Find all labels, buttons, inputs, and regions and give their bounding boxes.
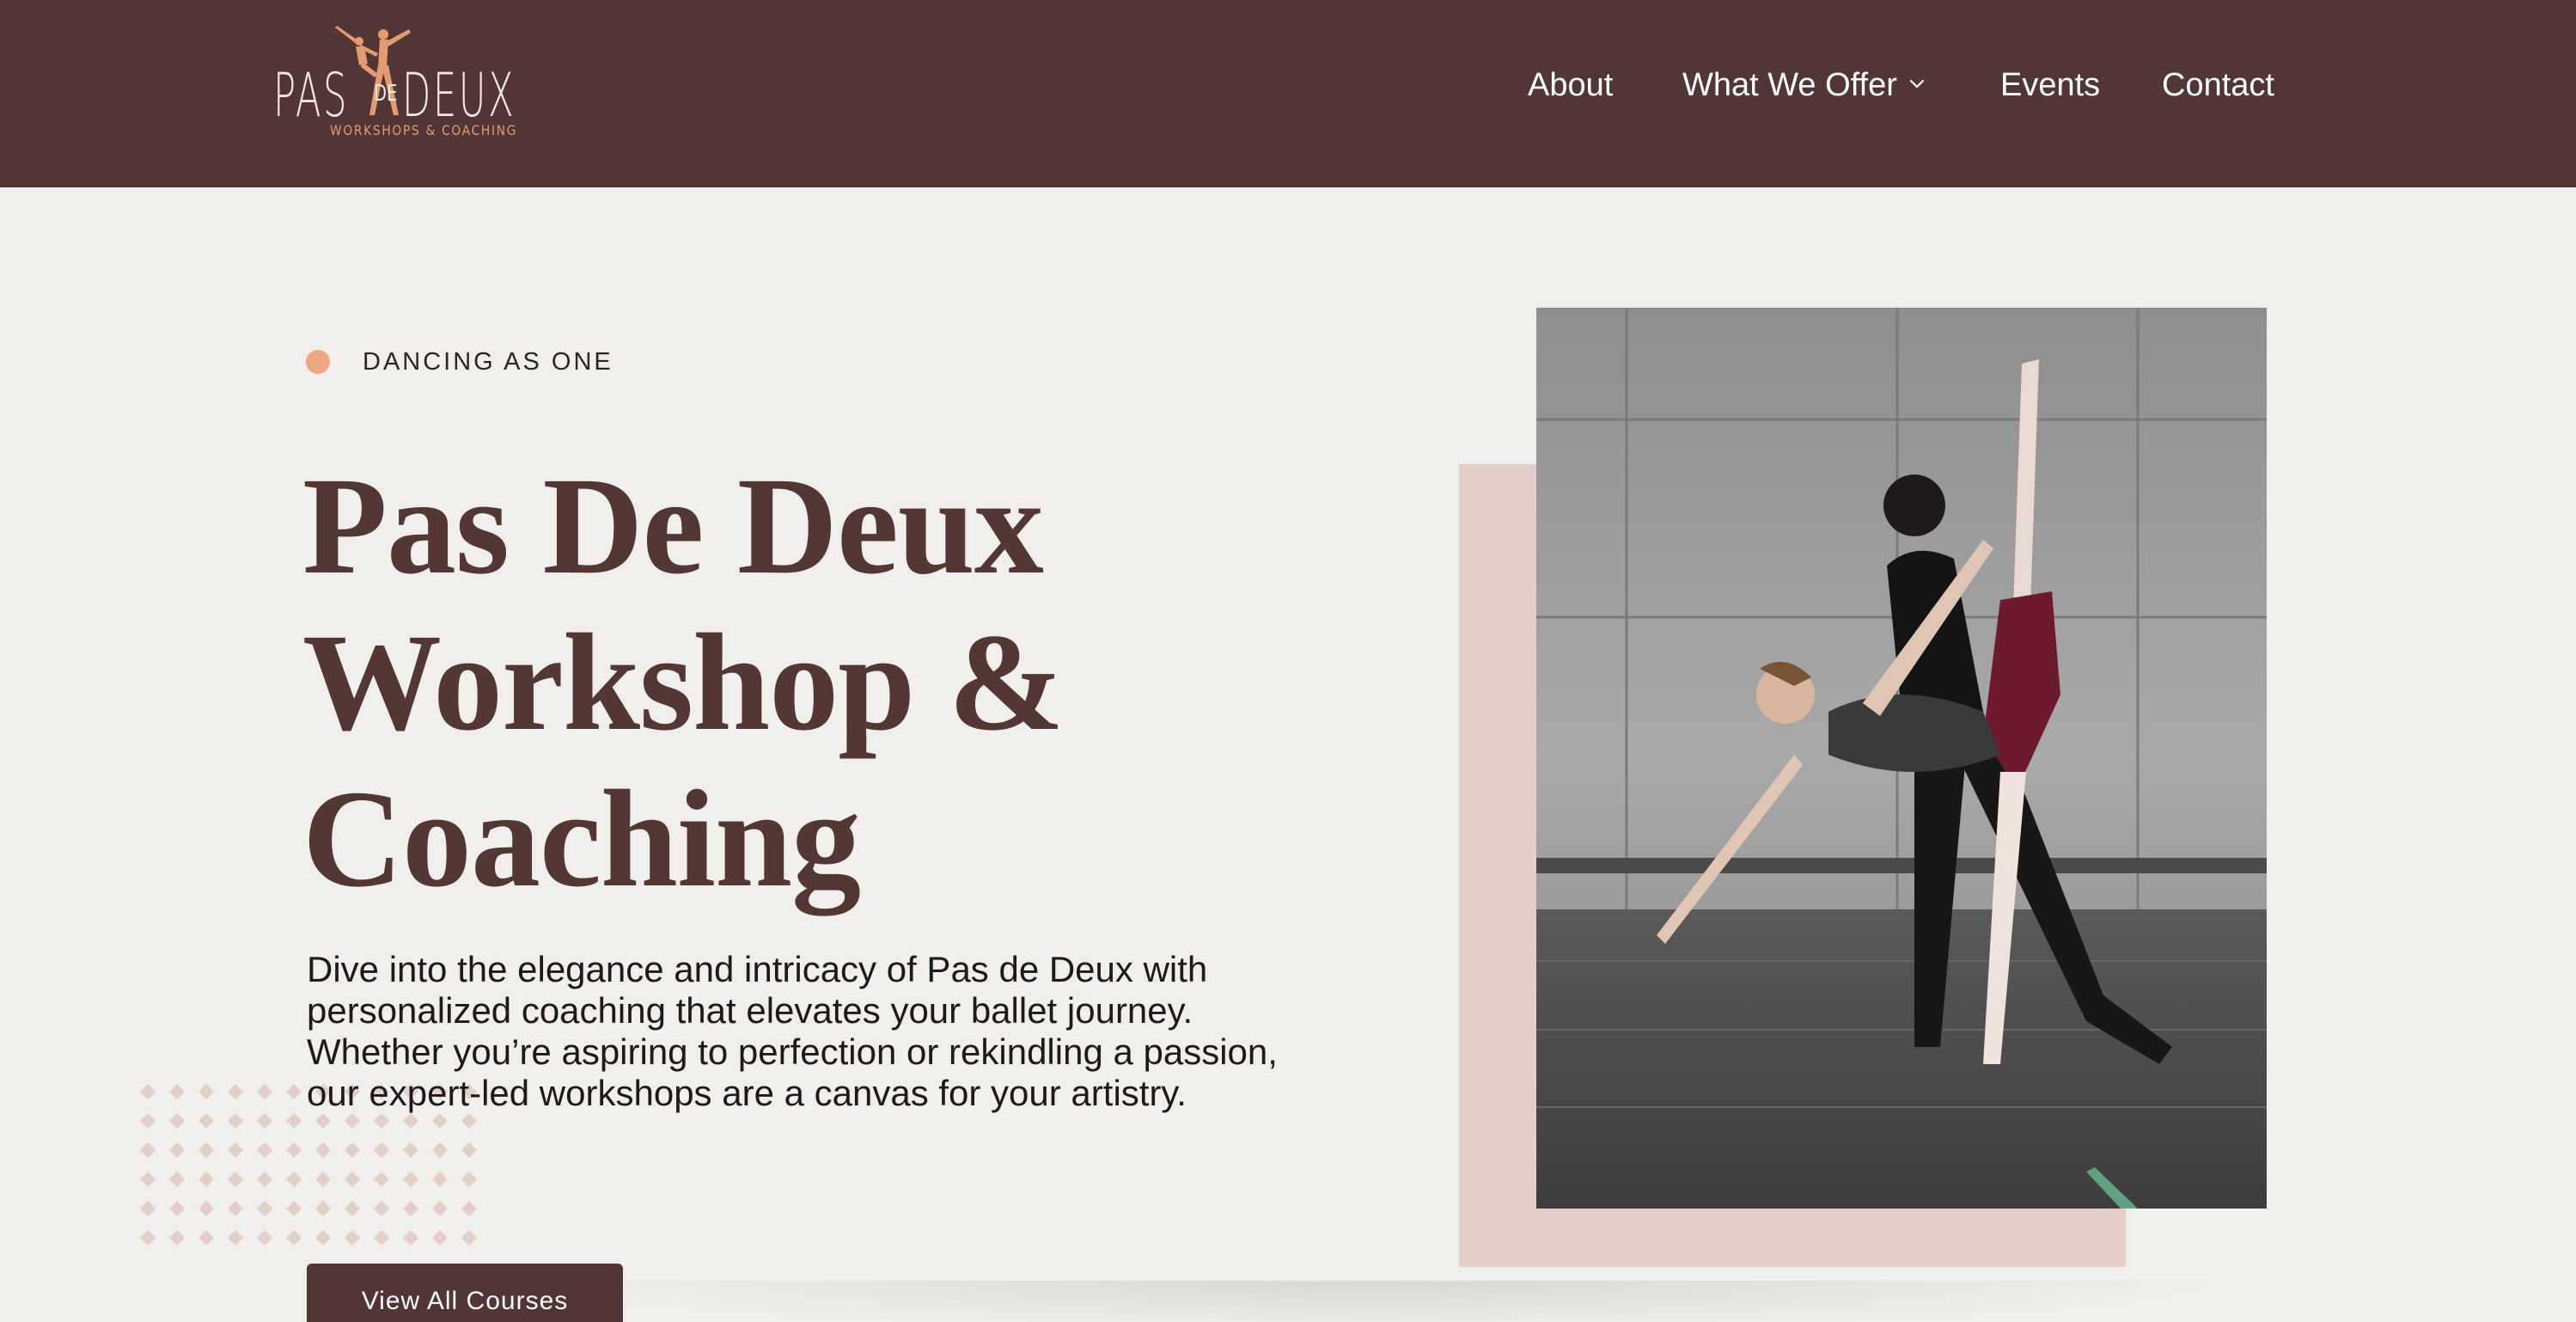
hero-title: Pas De Deux Workshop & Coaching <box>302 449 1419 918</box>
hero-description: Dive into the elegance and intricacy of … <box>307 949 1278 1113</box>
nav-link-what-we-offer-label: What We Offer <box>1682 67 1897 103</box>
decorative-dot <box>432 1113 448 1129</box>
decorative-dot <box>461 1142 477 1158</box>
decorative-dot <box>228 1201 243 1216</box>
logo-text-de: DE <box>374 81 398 107</box>
decorative-dot <box>461 1230 477 1245</box>
hero-title-line-1: Pas De Deux <box>302 450 1044 603</box>
decorative-dot <box>286 1172 302 1187</box>
site-header: PAS DE DEUX WORKSHOPS & COACHING About W… <box>0 0 2576 187</box>
decorative-dot <box>198 1113 214 1129</box>
site-logo[interactable]: PAS DE DEUX WORKSHOPS & COACHING <box>273 22 518 143</box>
decorative-dot <box>403 1230 418 1245</box>
logo-text-pas: PAS <box>273 60 350 131</box>
decorative-dot <box>169 1230 185 1245</box>
decorative-dot <box>257 1172 272 1187</box>
decorative-dot <box>198 1172 214 1187</box>
chevron-down-icon <box>1909 79 1925 89</box>
decorative-dot <box>345 1172 360 1187</box>
decorative-dot <box>228 1142 243 1158</box>
decorative-dot <box>432 1142 448 1158</box>
decorative-dot <box>169 1172 185 1187</box>
decorative-dot <box>140 1172 156 1187</box>
decorative-dot <box>228 1230 243 1245</box>
nav-link-what-we-offer[interactable]: What We Offer <box>1682 64 1926 107</box>
decorative-dot <box>169 1142 185 1158</box>
decorative-dot <box>140 1113 156 1129</box>
decorative-dot <box>286 1113 302 1129</box>
decorative-dot <box>403 1201 418 1216</box>
page: PAS DE DEUX WORKSHOPS & COACHING About W… <box>0 0 2576 1322</box>
decorative-dot <box>403 1172 418 1187</box>
nav-link-about[interactable]: About <box>1528 64 1613 107</box>
nav-link-contact[interactable]: Contact <box>2162 64 2274 107</box>
decorative-dot <box>432 1230 448 1245</box>
decorative-dot <box>257 1201 272 1216</box>
decorative-dot <box>374 1113 389 1129</box>
hero-title-line-3: Coaching <box>302 762 861 916</box>
decorative-dot <box>257 1084 272 1099</box>
hero-eyebrow: DANCING AS ONE <box>363 348 613 376</box>
decorative-dot <box>140 1230 156 1245</box>
decorative-dot <box>461 1172 477 1187</box>
decorative-dot <box>198 1084 214 1099</box>
eyebrow-dot <box>306 350 330 374</box>
logo-tagline: WORKSHOPS & COACHING <box>330 122 518 138</box>
decorative-dot <box>315 1230 331 1245</box>
decorative-dot <box>169 1201 185 1216</box>
decorative-dot <box>345 1113 360 1129</box>
decorative-dot <box>315 1201 331 1216</box>
decorative-dot <box>198 1142 214 1158</box>
decorative-dot <box>315 1172 331 1187</box>
decorative-dot <box>432 1201 448 1216</box>
decorative-dot <box>140 1084 156 1099</box>
decorative-dot <box>345 1201 360 1216</box>
decorative-dot <box>374 1201 389 1216</box>
decorative-dot <box>228 1084 243 1099</box>
decorative-dot <box>140 1142 156 1158</box>
section-shadow <box>516 1281 2234 1322</box>
decorative-dot <box>374 1230 389 1245</box>
decorative-dot <box>432 1172 448 1187</box>
decorative-dot <box>257 1142 272 1158</box>
decorative-dot <box>315 1113 331 1129</box>
decorative-dot <box>198 1201 214 1216</box>
decorative-dot <box>286 1230 302 1245</box>
decorative-dot <box>315 1142 331 1158</box>
hero-title-line-2: Workshop & <box>302 606 1065 760</box>
decorative-dot <box>257 1230 272 1245</box>
ballet-pas-de-deux-photo <box>1536 308 2267 1209</box>
decorative-dot <box>169 1113 185 1129</box>
decorative-dot <box>286 1084 302 1099</box>
decorative-dot <box>461 1113 477 1129</box>
decorative-dot <box>169 1084 185 1099</box>
nav-link-events[interactable]: Events <box>2000 64 2100 107</box>
decorative-dot <box>345 1142 360 1158</box>
decorative-dot <box>228 1113 243 1129</box>
decorative-dot <box>228 1172 243 1187</box>
decorative-dot <box>140 1201 156 1216</box>
decorative-dot <box>198 1230 214 1245</box>
decorative-dot <box>257 1113 272 1129</box>
decorative-dot <box>403 1113 418 1129</box>
logo-text-deux: DEUX <box>402 60 516 131</box>
decorative-dot <box>286 1142 302 1158</box>
decorative-dot <box>374 1142 389 1158</box>
decorative-dot <box>374 1172 389 1187</box>
decorative-dot <box>345 1230 360 1245</box>
decorative-dot <box>286 1201 302 1216</box>
decorative-dot <box>403 1142 418 1158</box>
decorative-dot <box>461 1201 477 1216</box>
